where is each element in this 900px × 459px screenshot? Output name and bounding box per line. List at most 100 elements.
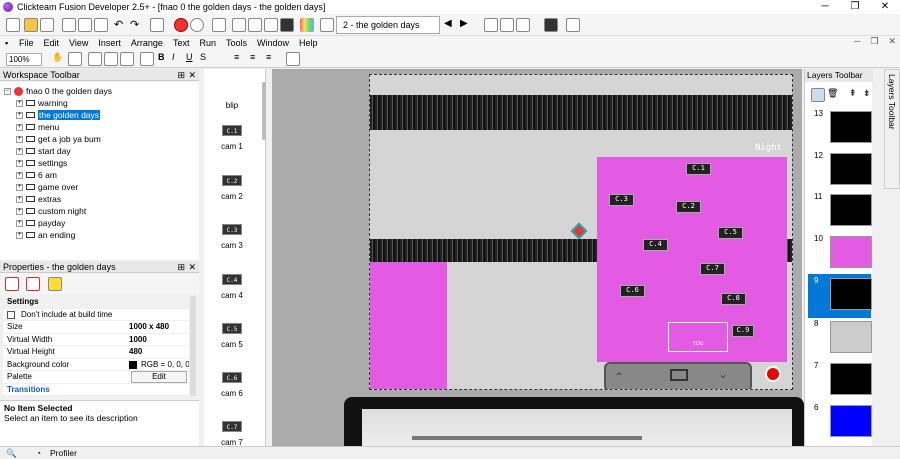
cam-object-3[interactable]: C.3 cam 3 (204, 224, 260, 250)
run-frame-icon[interactable] (320, 18, 334, 32)
camera-icon[interactable] (670, 369, 688, 381)
tree-frame-game-over[interactable]: + game over (16, 181, 78, 193)
bold-icon[interactable]: B (158, 52, 172, 66)
menu-arrange[interactable]: Arrange (126, 38, 168, 48)
record-icon[interactable] (190, 18, 204, 32)
player-marker-icon[interactable] (570, 222, 588, 240)
stop-icon[interactable] (174, 18, 188, 32)
chevron-up-icon[interactable]: ⌃ (614, 370, 624, 384)
layer-item[interactable]: 13 (808, 107, 872, 151)
tree-frame-extras[interactable]: + extras (16, 193, 61, 205)
properties-scrollbar[interactable] (190, 296, 196, 396)
tree-frame-warning[interactable]: + warning (16, 97, 68, 109)
record-dot-icon[interactable] (765, 366, 781, 382)
map-cam-8[interactable]: C.8 (721, 293, 746, 305)
tree-frame-payday[interactable]: + payday (16, 217, 65, 229)
map-cam-7[interactable]: C.7 (700, 263, 725, 275)
frame-select[interactable]: 2 - the golden days (336, 16, 440, 34)
object-strip-scrollbar[interactable] (262, 82, 266, 140)
paste-icon[interactable] (94, 18, 108, 32)
mdi-minimize-button[interactable]: ─ (854, 36, 860, 47)
minimize-button[interactable]: ─ (810, 0, 840, 14)
map-cam-9[interactable]: C.9 (732, 325, 754, 337)
palette-edit-button[interactable]: Edit (131, 371, 187, 383)
panel-close-icon[interactable]: ✕ (188, 261, 196, 273)
view-options-icon[interactable] (516, 18, 530, 32)
cam-object-2[interactable]: C.2 cam 2 (204, 175, 260, 201)
layer-item[interactable]: 8 (808, 317, 872, 361)
layer-item[interactable]: 6 (808, 401, 872, 445)
menu-file[interactable]: File (14, 38, 39, 48)
prop-palette[interactable]: Palette Edit (3, 371, 189, 384)
test-icon[interactable] (566, 18, 580, 32)
prop-size[interactable]: Size 1000 x 480 (3, 321, 189, 334)
new-icon[interactable] (6, 18, 20, 32)
tree-frame-the-golden-days[interactable]: + the golden days (16, 109, 101, 121)
underline-icon[interactable]: U (186, 52, 200, 66)
layer-down-icon[interactable]: ⇟ (863, 88, 877, 102)
search-icon[interactable]: 🔍 (6, 447, 17, 459)
menu-help[interactable]: Help (294, 38, 323, 48)
storyboard-icon[interactable] (212, 18, 226, 32)
cam-object-1[interactable]: C.1 cam 1 (204, 125, 260, 151)
undo-icon[interactable]: ↶ (114, 18, 128, 32)
tree-frame-get-a-job[interactable]: + get a job ya bum (16, 133, 101, 145)
tree-frame-settings[interactable]: + settings (16, 157, 67, 169)
maximize-button[interactable]: ❐ (840, 0, 870, 14)
frame-editor-icon[interactable] (232, 18, 246, 32)
pin-icon[interactable]: ⊞ (177, 69, 185, 81)
bold-box-icon[interactable] (88, 52, 102, 66)
runtime-tab-icon[interactable] (26, 277, 40, 291)
strike-icon[interactable]: S (200, 52, 214, 66)
menu-view[interactable]: View (64, 38, 93, 48)
help-icon[interactable] (150, 18, 164, 32)
mdi-restore-button[interactable]: ❐ (870, 36, 878, 47)
stop-app-icon[interactable] (544, 18, 558, 32)
profiler-icon[interactable]: ◔ (36, 447, 41, 459)
delete-layer-icon[interactable]: 🗑 (827, 88, 841, 102)
layer-up-icon[interactable]: ⇞ (849, 88, 863, 102)
cam-object-7[interactable]: C.7 cam 7 (204, 421, 260, 447)
tree-frame-custom-night[interactable]: + custom night (16, 205, 86, 217)
palette-icon[interactable] (300, 18, 314, 32)
map-cam-5[interactable]: C.5 (718, 227, 743, 239)
prop-virtual-height[interactable]: Virtual Height 480 (3, 346, 189, 359)
about-tab-icon[interactable] (48, 277, 62, 291)
chevron-down-icon[interactable]: ⌄ (718, 367, 728, 381)
layer-item[interactable]: 10 (808, 232, 872, 276)
new-layer-icon[interactable] (811, 88, 825, 102)
map-cam-3[interactable]: C.3 (609, 194, 634, 206)
save-icon[interactable] (40, 18, 54, 32)
fit-frame-icon[interactable] (286, 52, 300, 66)
edit-tool-icon[interactable] (68, 52, 82, 66)
collapse-icon[interactable]: − (4, 87, 11, 95)
menu-tools[interactable]: Tools (221, 38, 252, 48)
cut-icon[interactable] (62, 18, 76, 32)
copy-icon[interactable] (78, 18, 92, 32)
map-cam-1[interactable]: C.1 (686, 163, 711, 175)
prev-frame-icon[interactable]: ◀ (444, 18, 458, 32)
panel-close-icon[interactable]: ✕ (188, 69, 196, 81)
settings-tab-icon[interactable] (5, 277, 19, 291)
cam-object-6[interactable]: C.6 cam 6 (204, 372, 260, 398)
open-icon[interactable] (24, 18, 38, 32)
layers-side-tab[interactable]: Layers Toolbar (884, 69, 900, 189)
grid-icon[interactable] (484, 18, 498, 32)
profiler-tab[interactable]: Profiler (50, 447, 77, 459)
zoom-icon[interactable] (500, 18, 514, 32)
hand-icon[interactable]: ✋ (52, 52, 66, 66)
camera-toggle-bar[interactable]: ⌃ ⌄ (604, 362, 752, 389)
next-frame-icon[interactable]: ▶ (460, 18, 474, 32)
align-right-icon[interactable]: ≡ (266, 52, 280, 66)
editor-hscroll[interactable] (412, 436, 642, 440)
align-left-icon[interactable]: ≡ (234, 52, 248, 66)
menu-window[interactable]: Window (252, 38, 294, 48)
menu-run[interactable]: Run (194, 38, 221, 48)
menu-insert[interactable]: Insert (93, 38, 126, 48)
pin-icon[interactable]: ⊞ (177, 261, 185, 273)
menu-text[interactable]: Text (168, 38, 195, 48)
tree-frame-an-ending[interactable]: + an ending (16, 229, 75, 241)
image-icon[interactable] (140, 52, 154, 66)
layer-item[interactable]: 11 (808, 190, 872, 234)
fill-icon[interactable] (104, 52, 118, 66)
